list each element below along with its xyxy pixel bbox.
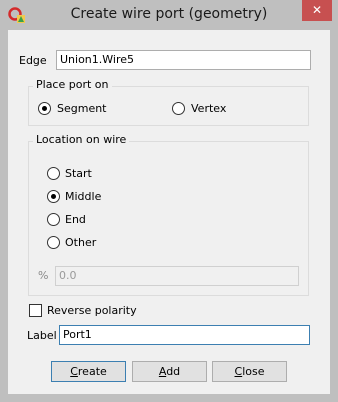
segment-radio-label[interactable]: Segment [57, 102, 107, 115]
other-radio[interactable] [47, 236, 60, 249]
dialog-body: Edge Union1.Wire5 Place port on Segment … [8, 30, 330, 394]
port-label-caption: Label [27, 329, 57, 342]
reverse-polarity-label[interactable]: Reverse polarity [47, 304, 137, 317]
middle-radio[interactable] [47, 190, 60, 203]
percent-field[interactable]: 0.0 [55, 266, 299, 286]
window-title: Create wire port (geometry) [70, 6, 268, 22]
close-button[interactable]: Close [212, 361, 287, 382]
close-button-label: lose [242, 365, 265, 378]
location-on-wire-title: Location on wire [33, 133, 130, 146]
dialog-window: Create wire port (geometry) ✕ Edge Union… [0, 0, 338, 402]
end-radio-label[interactable]: End [65, 213, 86, 226]
create-button[interactable]: Create [51, 361, 126, 382]
edge-field[interactable]: Union1.Wire5 [56, 50, 311, 70]
start-radio-label[interactable]: Start [65, 167, 92, 180]
percent-label: % [38, 269, 49, 282]
edge-label: Edge [19, 54, 47, 67]
other-radio-label[interactable]: Other [65, 236, 96, 249]
add-button[interactable]: Add [132, 361, 207, 382]
end-radio[interactable] [47, 213, 60, 226]
create-button-mnemonic: C [70, 365, 78, 378]
start-radio[interactable] [47, 167, 60, 180]
add-button-label: dd [166, 365, 181, 378]
segment-radio[interactable] [38, 102, 51, 115]
reverse-polarity-checkbox[interactable] [29, 304, 42, 317]
create-button-label: reate [77, 365, 107, 378]
middle-radio-label[interactable]: Middle [65, 190, 101, 203]
window-close-button[interactable]: ✕ [302, 0, 332, 21]
vertex-radio[interactable] [172, 102, 185, 115]
title-bar[interactable]: Create wire port (geometry) ✕ [0, 0, 338, 30]
port-label-field[interactable]: Port1 [59, 325, 310, 345]
place-port-on-title: Place port on [33, 78, 112, 91]
vertex-radio-label[interactable]: Vertex [191, 102, 226, 115]
